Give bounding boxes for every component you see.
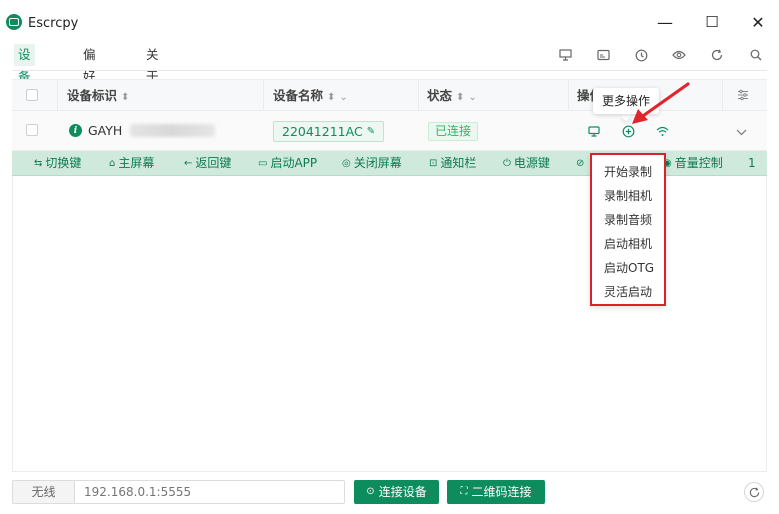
column-divider	[263, 80, 264, 112]
notification-icon: ⊡	[429, 158, 438, 169]
annotation-arrow	[632, 82, 690, 124]
column-divider	[568, 80, 569, 112]
status-badge: 已连接	[428, 122, 479, 141]
connect-device-label: 连接设备	[378, 485, 427, 499]
device-name-tag[interactable]: 22041211AC ✎	[273, 121, 385, 142]
switch-icon: ⇆	[34, 158, 43, 169]
menu-item-start-recording[interactable]: 开始录制	[604, 163, 652, 180]
menu-item-record-audio[interactable]: 录制音频	[604, 211, 652, 228]
action-volume[interactable]: ◉ 音量控制	[663, 151, 723, 176]
action-label: 关闭屏幕	[353, 156, 402, 170]
header-device-name[interactable]: 设备名称 ⬍ ⌄	[273, 80, 348, 112]
action-overflow-partial[interactable]: 1	[748, 151, 756, 176]
history-icon[interactable]	[634, 48, 648, 62]
link-icon: ⊙	[366, 486, 375, 497]
device-name-label: 22041211AC	[282, 124, 363, 139]
eye-off-icon: ◎	[342, 158, 351, 169]
column-settings-icon[interactable]	[737, 89, 749, 101]
cast-icon[interactable]	[596, 48, 610, 62]
filter-chevron-icon[interactable]: ⌄	[468, 92, 476, 103]
maximize-button[interactable]: ☐	[702, 12, 722, 32]
column-divider	[722, 80, 723, 112]
action-label: 音量控制	[674, 156, 723, 170]
sort-icon[interactable]: ⬍	[327, 92, 335, 103]
row-checkbox[interactable]	[26, 124, 38, 136]
action-rotate-partial[interactable]: ⊘	[576, 151, 584, 176]
menu-item-flexible-start[interactable]: 灵活启动	[604, 283, 652, 300]
more-actions-dropdown: 开始录制 录制相机 录制音频 启动相机 启动OTG 灵活启动	[590, 153, 666, 306]
edit-icon[interactable]: ✎	[367, 122, 375, 141]
eye-icon[interactable]	[672, 48, 686, 62]
action-label: 启动APP	[270, 156, 318, 170]
header-device-name-label: 设备名称	[273, 88, 324, 103]
sort-icon[interactable]: ⬍	[121, 92, 129, 103]
nav-divider	[12, 70, 767, 71]
rotate-icon: ⊘	[576, 158, 585, 169]
action-turn-off-screen[interactable]: ◎ 关闭屏幕	[342, 151, 402, 176]
projector-icon[interactable]	[558, 48, 572, 62]
redacted-text	[130, 124, 215, 137]
header-device-id[interactable]: 设备标识 ⬍	[67, 80, 129, 112]
menu-item-start-camera[interactable]: 启动相机	[604, 235, 652, 252]
action-start-app[interactable]: ▭ 启动APP	[258, 151, 317, 176]
back-arrow-icon: ←	[184, 158, 193, 169]
action-label: 电源键	[513, 156, 550, 170]
refresh-icon[interactable]	[710, 48, 724, 62]
menu-item-record-camera[interactable]: 录制相机	[604, 187, 652, 204]
header-status-label: 状态	[427, 88, 453, 103]
refresh-devices-button[interactable]	[744, 482, 764, 502]
app-logo-icon	[6, 14, 22, 30]
refresh-icon	[749, 486, 759, 497]
wireless-address-field: 无线	[12, 480, 345, 504]
action-power[interactable]: ⏻ 电源键	[503, 151, 550, 176]
home-icon: ⌂	[109, 158, 116, 169]
qrcode-connect-button[interactable]: ⛶ 二维码连接	[447, 480, 545, 504]
header-device-id-label: 设备标识	[67, 88, 118, 103]
action-switch[interactable]: ⇆ 切换键	[34, 151, 81, 176]
app-icon: ▭	[258, 158, 268, 169]
title-bar: Escrcpy — ☐ ✕	[0, 0, 779, 44]
window-title: Escrcpy	[28, 16, 79, 31]
monitor-icon[interactable]	[587, 124, 601, 138]
action-label: 主屏幕	[118, 156, 155, 170]
row-device-id: GAYH	[88, 123, 123, 138]
action-back[interactable]: ← 返回键	[184, 151, 231, 176]
header-status[interactable]: 状态 ⬍ ⌄	[427, 80, 477, 112]
info-icon[interactable]: i	[69, 124, 82, 137]
wireless-prefix-label: 无线	[13, 481, 75, 503]
nav-preferences[interactable]: 偏好设置	[79, 44, 100, 128]
menu-item-start-otg[interactable]: 启动OTG	[604, 259, 654, 276]
qrcode-scan-icon: ⛶	[460, 486, 468, 497]
power-icon: ⏻	[503, 158, 511, 169]
expand-chevron-icon[interactable]	[736, 125, 748, 137]
nav-about[interactable]: 关于	[142, 44, 163, 84]
action-notification[interactable]: ⊡ 通知栏	[429, 151, 476, 176]
search-icon[interactable]	[749, 48, 763, 62]
filter-chevron-icon[interactable]: ⌄	[339, 92, 347, 103]
nav-device-list[interactable]: 设备列表	[14, 44, 35, 128]
select-all-checkbox[interactable]	[26, 89, 38, 101]
action-home[interactable]: ⌂ 主屏幕	[109, 151, 154, 176]
close-button[interactable]: ✕	[748, 12, 768, 32]
qrcode-connect-label: 二维码连接	[471, 485, 532, 499]
ip-address-input[interactable]	[76, 481, 344, 503]
column-divider	[418, 80, 419, 112]
minimize-button[interactable]: —	[655, 12, 675, 32]
action-label: 切换键	[45, 156, 82, 170]
action-label: 返回键	[195, 156, 232, 170]
sort-icon[interactable]: ⬍	[456, 92, 464, 103]
column-divider	[57, 80, 58, 112]
action-label: 通知栏	[440, 156, 477, 170]
connect-device-button[interactable]: ⊙ 连接设备	[354, 480, 439, 504]
